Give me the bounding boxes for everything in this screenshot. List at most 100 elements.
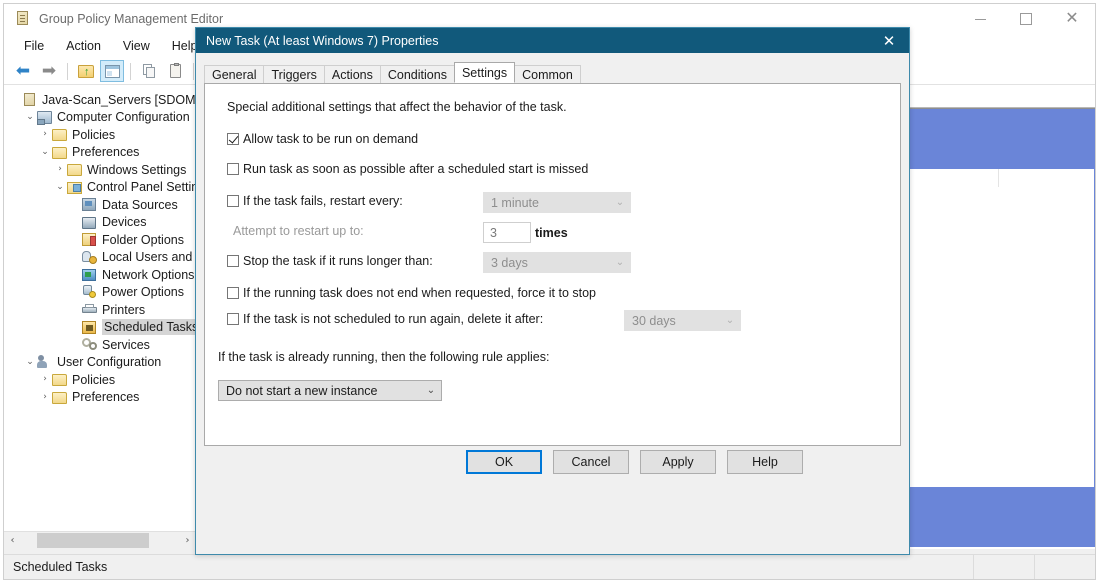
dialog-button-row: OK Cancel Apply Help (196, 450, 909, 474)
force-stop-checkbox[interactable] (227, 287, 239, 299)
tree-node[interactable]: Scheduled Tasks (4, 319, 196, 337)
already-running-label: If the task is already running, then the… (218, 350, 550, 364)
attempt-restart-input[interactable]: 3 (483, 222, 531, 243)
actions-pane (909, 108, 1095, 547)
folder-icon (52, 145, 68, 160)
folder-icon (52, 372, 68, 387)
run-asap-label: Run task as soon as possible after a sch… (243, 162, 589, 176)
tree-node[interactable]: Data Sources (4, 196, 196, 214)
scheduled-tasks-icon (82, 320, 98, 335)
tree-node[interactable]: Services (4, 336, 196, 354)
allow-on-demand-row[interactable]: Allow task to be run on demand (227, 132, 418, 146)
tree-node[interactable]: ⌄ User Configuration (4, 354, 196, 372)
tree-node-label: Preferences (72, 145, 140, 160)
tree-node[interactable]: Local Users and ( (4, 249, 196, 267)
tree-node[interactable]: ⌄ Computer Configuration (4, 109, 196, 127)
run-asap-checkbox[interactable] (227, 163, 239, 175)
dialog-close-icon[interactable]: ✕ (869, 28, 909, 53)
tree-node[interactable]: › Preferences (4, 389, 196, 407)
help-button[interactable]: Help (727, 450, 803, 474)
restart-on-fail-checkbox[interactable] (227, 195, 239, 207)
tree-node[interactable]: Printers (4, 301, 196, 319)
chevron-down-icon: ⌄ (426, 385, 436, 396)
tree-node[interactable]: Power Options (4, 284, 196, 302)
menu-item-view[interactable]: View (112, 37, 161, 55)
times-unit-label: times (535, 226, 568, 240)
tab-general[interactable]: General (204, 65, 265, 83)
tree-node[interactable]: Folder Options (4, 231, 196, 249)
expanded-twisty-icon[interactable]: ⌄ (23, 354, 37, 371)
tab-common[interactable]: Common (514, 65, 581, 83)
tree-node[interactable]: Devices (4, 214, 196, 232)
tab-settings[interactable]: Settings (453, 62, 516, 83)
stop-duration-combobox[interactable]: 3 days ⌄ (483, 252, 631, 273)
scroll-right-icon[interactable]: › (179, 535, 196, 546)
tree-node[interactable]: › Policies (4, 371, 196, 389)
expanded-twisty-icon[interactable]: ⌄ (23, 109, 37, 126)
delete-after-combobox[interactable]: 30 days ⌄ (624, 310, 741, 331)
ok-button[interactable]: OK (466, 450, 542, 474)
power-options-icon (82, 284, 98, 300)
delete-if-not-scheduled-checkbox[interactable] (227, 313, 239, 325)
tab-triggers[interactable]: Triggers (263, 65, 325, 83)
scroll-track[interactable] (21, 532, 179, 549)
apply-button[interactable]: Apply (640, 450, 716, 474)
tree-node-label: Power Options (102, 285, 184, 300)
tree-node[interactable]: › Policies (4, 126, 196, 144)
run-asap-row[interactable]: Run task as soon as possible after a sch… (227, 162, 588, 176)
already-running-rule-combobox[interactable]: Do not start a new instance ⌄ (218, 380, 442, 401)
settings-intro-text: Special additional settings that affect … (227, 100, 567, 114)
restart-interval-combobox[interactable]: 1 minute ⌄ (483, 192, 631, 213)
tree-node[interactable]: Network Options (4, 266, 196, 284)
maximize-button[interactable] (1003, 4, 1049, 34)
tree-node[interactable]: › Windows Settings (4, 161, 196, 179)
user-icon (37, 354, 53, 370)
chevron-down-icon: ⌄ (725, 315, 735, 326)
forward-arrow-icon[interactable]: ➡ (37, 60, 61, 82)
close-button[interactable]: ✕ (1049, 4, 1095, 34)
restart-interval-value: 1 minute (491, 195, 539, 210)
menu-item-file[interactable]: File (13, 37, 55, 55)
collapsed-twisty-icon[interactable]: › (38, 126, 52, 143)
tree-node[interactable]: ⌄ Control Panel Setting (4, 179, 196, 197)
tree-node[interactable]: ⌄ Preferences (4, 144, 196, 162)
delete-after-value: 30 days (632, 313, 676, 328)
collapsed-twisty-icon[interactable]: › (38, 389, 52, 406)
tab-conditions[interactable]: Conditions (379, 65, 455, 83)
stop-if-longer-checkbox[interactable] (227, 255, 239, 267)
control-panel-folder-icon (67, 180, 83, 195)
stop-if-longer-row[interactable]: Stop the task if it runs longer than: (227, 254, 433, 268)
paste-icon[interactable] (163, 60, 187, 82)
force-stop-row[interactable]: If the running task does not end when re… (227, 286, 596, 300)
copy-icon[interactable] (137, 60, 161, 82)
back-arrow-icon[interactable]: ⬅ (11, 60, 35, 82)
collapsed-twisty-icon[interactable]: › (38, 371, 52, 388)
show-hide-console-tree-icon[interactable] (100, 60, 124, 82)
restart-on-fail-row[interactable]: If the task fails, restart every: (227, 194, 403, 208)
tree-node-label: Java-Scan_Servers [SDOM08.DO (42, 92, 196, 107)
allow-on-demand-checkbox[interactable] (227, 133, 239, 145)
expanded-twisty-icon[interactable]: ⌄ (53, 179, 67, 196)
cancel-button[interactable]: Cancel (553, 450, 629, 474)
tree-node[interactable]: Java-Scan_Servers [SDOM08.DO (4, 91, 196, 109)
tree-node-label: Policies (72, 372, 116, 387)
restart-on-fail-label: If the task fails, restart every: (243, 194, 403, 208)
tree-node-label: Control Panel Setting (87, 180, 196, 195)
dialog-tabstrip: General Triggers Actions Conditions Sett… (196, 62, 909, 83)
settings-tab-page: Special additional settings that affect … (204, 83, 901, 446)
delete-if-not-scheduled-row[interactable]: If the task is not scheduled to run agai… (227, 312, 543, 326)
up-one-level-icon[interactable]: ↑ (74, 60, 98, 82)
attempt-restart-label: Attempt to restart up to: (233, 224, 364, 238)
tree-node-label: Devices (102, 215, 147, 230)
minimize-button[interactable] (957, 4, 1003, 34)
network-options-icon (82, 267, 98, 282)
console-tree: Java-Scan_Servers [SDOM08.DO ⌄ Computer Co… (4, 85, 196, 526)
expanded-twisty-icon[interactable]: ⌄ (38, 144, 52, 161)
tab-actions[interactable]: Actions (323, 65, 381, 83)
printers-icon (82, 302, 98, 317)
menu-item-action[interactable]: Action (55, 37, 112, 55)
scroll-left-icon[interactable]: ‹ (4, 535, 21, 546)
scroll-thumb[interactable] (37, 533, 149, 548)
collapsed-twisty-icon[interactable]: › (53, 161, 67, 178)
tree-horizontal-scrollbar[interactable]: ‹ › (4, 531, 196, 549)
